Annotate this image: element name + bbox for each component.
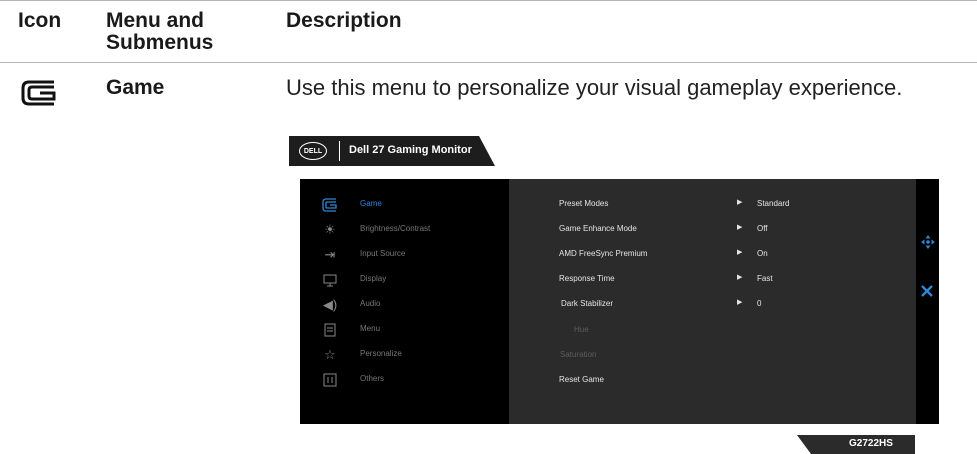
menu-item-label: Game bbox=[360, 199, 382, 208]
setting-label: Response Time bbox=[559, 274, 615, 283]
menu-item-personalize[interactable]: ☆ Personalize bbox=[300, 346, 509, 364]
menu-item-label: Brightness/Contrast bbox=[360, 224, 431, 233]
others-icon bbox=[323, 373, 337, 387]
audio-icon: ◀︎) bbox=[322, 297, 338, 312]
setting-reset-game[interactable]: Reset Game bbox=[559, 373, 889, 389]
osd-title-bar: DELL Dell 27 Gaming Monitor bbox=[289, 136, 495, 166]
setting-amd-freesync-premium[interactable]: AMD FreeSync Premium ▶ On bbox=[559, 247, 889, 263]
game-controller-icon bbox=[21, 80, 56, 106]
setting-game-enhance-mode[interactable]: Game Enhance Mode ▶ Off bbox=[559, 222, 889, 238]
display-icon bbox=[323, 274, 337, 287]
menu-item-label: Input Source bbox=[360, 249, 406, 258]
menu-item-brightness-contrast[interactable]: ☀ Brightness/Contrast bbox=[300, 221, 509, 239]
menu-item-display[interactable]: Display bbox=[300, 271, 509, 289]
menu-item-input-source[interactable]: ⇥ Input Source bbox=[300, 246, 509, 264]
star-icon: ☆ bbox=[324, 347, 336, 362]
row-description: Use this menu to personalize your visual… bbox=[286, 75, 903, 100]
setting-label: Game Enhance Mode bbox=[559, 224, 637, 233]
arrow-right-icon: ▶ bbox=[737, 224, 743, 231]
model-number-tag: G2722HS bbox=[797, 435, 915, 454]
setting-label: Preset Modes bbox=[559, 199, 609, 208]
osd-panel: Game ☀ Brightness/Contrast ⇥ Input Sourc… bbox=[300, 179, 939, 424]
arrow-right-icon: ▶ bbox=[737, 199, 743, 206]
menu-item-game[interactable]: Game bbox=[300, 196, 509, 214]
setting-label: Hue bbox=[574, 325, 589, 334]
game-icon bbox=[322, 198, 337, 212]
dell-logo: DELL bbox=[299, 142, 327, 160]
menu-icon bbox=[324, 323, 336, 337]
setting-preset-modes[interactable]: Preset Modes ▶ Standard bbox=[559, 197, 889, 213]
menu-item-label: Audio bbox=[360, 299, 381, 308]
header-top-rule bbox=[0, 0, 977, 1]
menu-item-label: Others bbox=[360, 374, 385, 383]
arrow-right-icon: ▶ bbox=[737, 299, 743, 306]
setting-label: Reset Game bbox=[559, 375, 604, 384]
input-source-icon: ⇥ bbox=[324, 247, 336, 262]
header-description: Description bbox=[286, 9, 402, 32]
close-icon[interactable] bbox=[920, 284, 934, 298]
header-icon: Icon bbox=[18, 9, 62, 32]
setting-label: Dark Stabilizer bbox=[561, 299, 614, 308]
setting-value: Off bbox=[757, 224, 768, 233]
setting-response-time[interactable]: Response Time ▶ Fast bbox=[559, 272, 889, 288]
osd-title: Dell 27 Gaming Monitor bbox=[349, 144, 472, 156]
arrow-right-icon: ▶ bbox=[737, 274, 743, 281]
header-menu-submenus: Menu and Submenus bbox=[106, 9, 214, 54]
menu-item-menu[interactable]: Menu bbox=[300, 321, 509, 339]
setting-value: 0 bbox=[757, 299, 762, 308]
setting-value: Standard bbox=[757, 199, 790, 208]
setting-label: Saturation bbox=[560, 350, 597, 359]
menu-item-label: Menu bbox=[360, 324, 381, 333]
title-separator bbox=[339, 141, 340, 161]
brightness-icon: ☀ bbox=[324, 222, 336, 237]
setting-label: AMD FreeSync Premium bbox=[559, 249, 648, 258]
setting-value: On bbox=[757, 249, 768, 258]
menu-item-label: Personalize bbox=[360, 349, 402, 358]
setting-hue: Hue bbox=[574, 323, 904, 339]
setting-dark-stabilizer[interactable]: Dark Stabilizer ▶ 0 bbox=[561, 297, 891, 313]
menu-item-audio[interactable]: ◀︎) Audio bbox=[300, 296, 509, 314]
model-number: G2722HS bbox=[849, 438, 893, 449]
arrow-right-icon: ▶ bbox=[737, 249, 743, 256]
menu-item-label: Display bbox=[360, 274, 387, 283]
setting-value: Fast bbox=[757, 274, 773, 283]
menu-item-others[interactable]: Others bbox=[300, 371, 509, 389]
row-menu-name: Game bbox=[106, 76, 165, 99]
navigation-arrows-icon[interactable] bbox=[921, 235, 935, 249]
setting-saturation: Saturation bbox=[560, 348, 890, 364]
osd-side-controls bbox=[916, 179, 939, 424]
header-bottom-rule bbox=[0, 62, 977, 63]
